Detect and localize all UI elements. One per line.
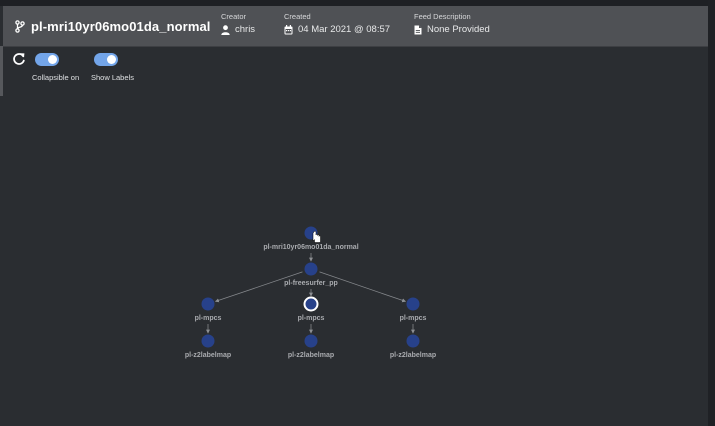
graph-node-label: pl-z2labelmap bbox=[390, 352, 436, 359]
graph-node-label: pl-mpcs bbox=[400, 315, 427, 322]
graph-node-m1[interactable] bbox=[201, 297, 215, 311]
feed-graph: pl-mri10yr06mo01da_normal pl-freesurfer_p… bbox=[185, 226, 436, 359]
graph-node-label: pl-z2labelmap bbox=[288, 352, 334, 359]
graph-node-m2[interactable] bbox=[303, 296, 319, 312]
graph-node-z1[interactable] bbox=[201, 334, 215, 348]
graph-node-m3[interactable] bbox=[406, 297, 420, 311]
graph-node-z2[interactable] bbox=[304, 334, 318, 348]
graph-node-label: pl-z2labelmap bbox=[185, 352, 231, 359]
graph-node-z3[interactable] bbox=[406, 334, 420, 348]
graph-node-label: pl-mpcs bbox=[195, 315, 222, 322]
graph-node-label: pl-mri10yr06mo01da_normal bbox=[263, 244, 358, 251]
graph-node-label: pl-mpcs bbox=[298, 315, 325, 322]
graph-node-label: pl-freesurfer_pp bbox=[284, 280, 338, 287]
graph-node-fs[interactable] bbox=[304, 262, 318, 276]
